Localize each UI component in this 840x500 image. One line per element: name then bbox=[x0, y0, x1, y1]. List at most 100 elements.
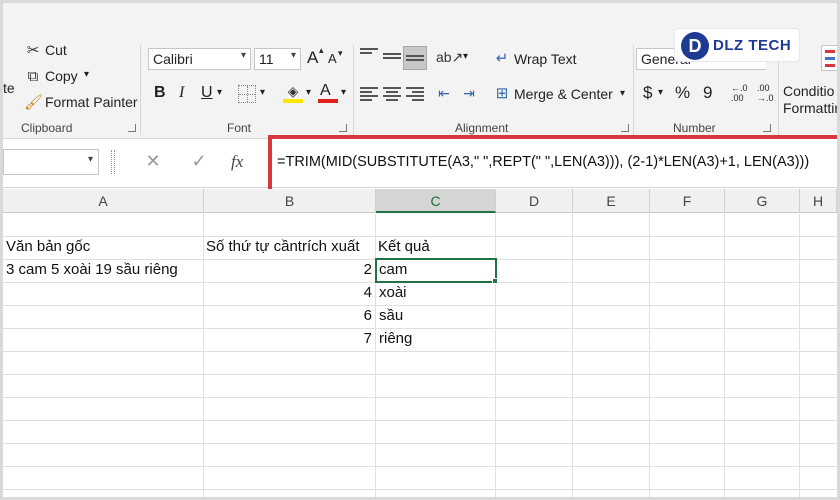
cell-b4[interactable]: 4 bbox=[206, 282, 372, 304]
fill-color-button[interactable]: ◈ bbox=[282, 82, 304, 104]
underline-button[interactable]: U bbox=[201, 84, 213, 102]
wrap-text-icon: ↵ bbox=[495, 50, 509, 67]
copy-icon: ⧉ bbox=[27, 68, 39, 85]
chevron-down-icon: ▾ bbox=[84, 69, 90, 80]
merge-center-label: Merge & Center bbox=[514, 86, 613, 102]
splitter-handle[interactable] bbox=[111, 150, 115, 174]
column-header-g[interactable]: G bbox=[725, 189, 800, 213]
paintbrush-icon: 🖌 bbox=[24, 94, 44, 111]
logo-letter: D bbox=[681, 32, 709, 60]
cell-b5[interactable]: 6 bbox=[206, 305, 372, 327]
scissors-icon: ✂ bbox=[26, 42, 40, 59]
divider bbox=[633, 45, 634, 135]
chevron-down-icon[interactable]: ▾ bbox=[260, 87, 265, 98]
chevron-down-icon: ▾ bbox=[87, 154, 93, 165]
formula-highlight-box bbox=[268, 135, 837, 196]
align-bottom-icon bbox=[406, 55, 424, 69]
orientation-icon[interactable]: ab↗ bbox=[436, 48, 463, 66]
cell-c2[interactable]: Kết quả bbox=[378, 236, 430, 258]
cell-b6[interactable]: 7 bbox=[206, 328, 372, 350]
align-left-icon[interactable] bbox=[360, 87, 378, 101]
chevron-down-icon[interactable]: ▾ bbox=[306, 87, 311, 98]
align-top-icon[interactable] bbox=[360, 48, 378, 62]
logo-text: DLZ TECH bbox=[713, 37, 792, 54]
ribbon: te ✂ Cut ⧉ Copy ▾ 🖌 Format Painter Clipb… bbox=[3, 3, 837, 139]
column-header-a[interactable]: A bbox=[3, 189, 204, 213]
comma-style-button[interactable]: 9 bbox=[703, 83, 712, 103]
number-launcher-icon[interactable] bbox=[763, 124, 771, 132]
shrink-font-button[interactable]: A bbox=[328, 51, 337, 66]
cell-c4[interactable]: xoài bbox=[379, 282, 407, 304]
cell-a2[interactable]: Văn bản gốc bbox=[6, 236, 90, 258]
cell-c6[interactable]: riêng bbox=[379, 328, 412, 350]
align-middle-icon[interactable] bbox=[383, 53, 401, 67]
format-painter-button[interactable]: 🖌 Format Painter bbox=[23, 93, 139, 113]
name-box[interactable]: ▾ bbox=[3, 149, 99, 175]
copy-label: Copy bbox=[45, 68, 78, 84]
fill-handle[interactable] bbox=[492, 278, 498, 284]
column-header-d[interactable]: D bbox=[496, 189, 573, 213]
font-size-combo[interactable]: 11 ▾ bbox=[254, 48, 301, 70]
align-center-icon[interactable] bbox=[383, 87, 401, 101]
caret-up-icon: ▴ bbox=[319, 45, 324, 55]
percent-button[interactable]: % bbox=[675, 83, 690, 103]
column-header-e[interactable]: E bbox=[573, 189, 650, 213]
paint-bucket-icon: ◈ bbox=[287, 83, 299, 99]
insert-function-button[interactable]: fx bbox=[231, 152, 243, 172]
cut-label: Cut bbox=[45, 42, 67, 58]
chevron-down-icon[interactable]: ▾ bbox=[217, 87, 222, 98]
currency-button[interactable]: $ bbox=[643, 83, 652, 103]
font-name-combo[interactable]: Calibri ▾ bbox=[148, 48, 251, 70]
cell-a3[interactable]: 3 cam 5 xoài 19 sầu riêng bbox=[6, 259, 178, 281]
format-painter-label: Format Painter bbox=[45, 94, 138, 110]
cell-b2[interactable]: Số thứ tự cầntrích xuất bbox=[206, 236, 360, 258]
enter-icon[interactable]: ✓ bbox=[189, 152, 209, 170]
cell-c5[interactable]: sầu bbox=[379, 305, 403, 327]
copy-button[interactable]: ⧉ Copy ▾ bbox=[23, 67, 95, 87]
font-group-label: Font bbox=[227, 121, 252, 135]
cut-button[interactable]: ✂ Cut bbox=[23, 41, 71, 61]
increase-decimal-button[interactable]: ←.0 .00 bbox=[731, 83, 755, 103]
font-color-button[interactable]: A bbox=[317, 82, 339, 104]
divider bbox=[140, 45, 141, 135]
wrap-text-button[interactable]: ↵ Wrap Text bbox=[491, 48, 581, 70]
conditional-formatting-icon[interactable] bbox=[821, 45, 837, 71]
alignment-launcher-icon[interactable] bbox=[621, 124, 629, 132]
chevron-down-icon[interactable]: ▾ bbox=[463, 51, 468, 62]
divider bbox=[353, 45, 354, 135]
merge-center-button[interactable]: ⊞ Merge & Center ▾ bbox=[491, 83, 631, 105]
conditional-formatting-label-1[interactable]: Conditio bbox=[783, 83, 834, 99]
number-group-label: Number bbox=[673, 121, 716, 135]
font-size-value: 11 bbox=[259, 51, 274, 67]
chevron-down-icon[interactable]: ▾ bbox=[658, 87, 663, 98]
chevron-down-icon[interactable]: ▾ bbox=[341, 87, 346, 98]
align-bottom-button[interactable] bbox=[403, 46, 427, 70]
chevron-down-icon: ▾ bbox=[240, 50, 246, 61]
clipboard-group-label: Clipboard bbox=[21, 121, 73, 135]
column-header-f[interactable]: F bbox=[650, 189, 725, 213]
cell-b3[interactable]: 2 bbox=[206, 259, 372, 281]
column-header-c[interactable]: C bbox=[376, 189, 496, 213]
caret-down-icon: ▾ bbox=[338, 48, 343, 58]
excel-window: te ✂ Cut ⧉ Copy ▾ 🖌 Format Painter Clipb… bbox=[3, 3, 837, 497]
active-cell-selection[interactable] bbox=[375, 258, 497, 283]
chevron-down-icon: ▾ bbox=[290, 50, 296, 61]
increase-indent-icon[interactable]: ⇥ bbox=[458, 84, 480, 102]
cell-grid[interactable]: Văn bản gốc Số thứ tự cầntrích xuất Kết … bbox=[3, 214, 837, 497]
column-header-h[interactable]: H bbox=[800, 189, 837, 213]
wrap-text-label: Wrap Text bbox=[514, 51, 577, 67]
italic-button[interactable]: I bbox=[179, 84, 184, 102]
column-header-b[interactable]: B bbox=[204, 189, 376, 213]
paste-partial-label[interactable]: te bbox=[3, 80, 15, 96]
merge-icon: ⊞ bbox=[495, 85, 509, 102]
font-launcher-icon[interactable] bbox=[339, 124, 347, 132]
borders-icon[interactable] bbox=[238, 85, 256, 103]
clipboard-launcher-icon[interactable] bbox=[128, 124, 136, 132]
bold-button[interactable]: B bbox=[154, 84, 166, 102]
decrease-indent-icon[interactable]: ⇤ bbox=[433, 84, 455, 102]
cancel-icon[interactable]: ✕ bbox=[143, 152, 163, 170]
conditional-formatting-label-2[interactable]: Formattin bbox=[783, 100, 837, 116]
align-right-icon[interactable] bbox=[406, 87, 424, 101]
font-color-letter: A bbox=[320, 82, 331, 99]
grow-font-button[interactable]: A bbox=[307, 48, 318, 68]
